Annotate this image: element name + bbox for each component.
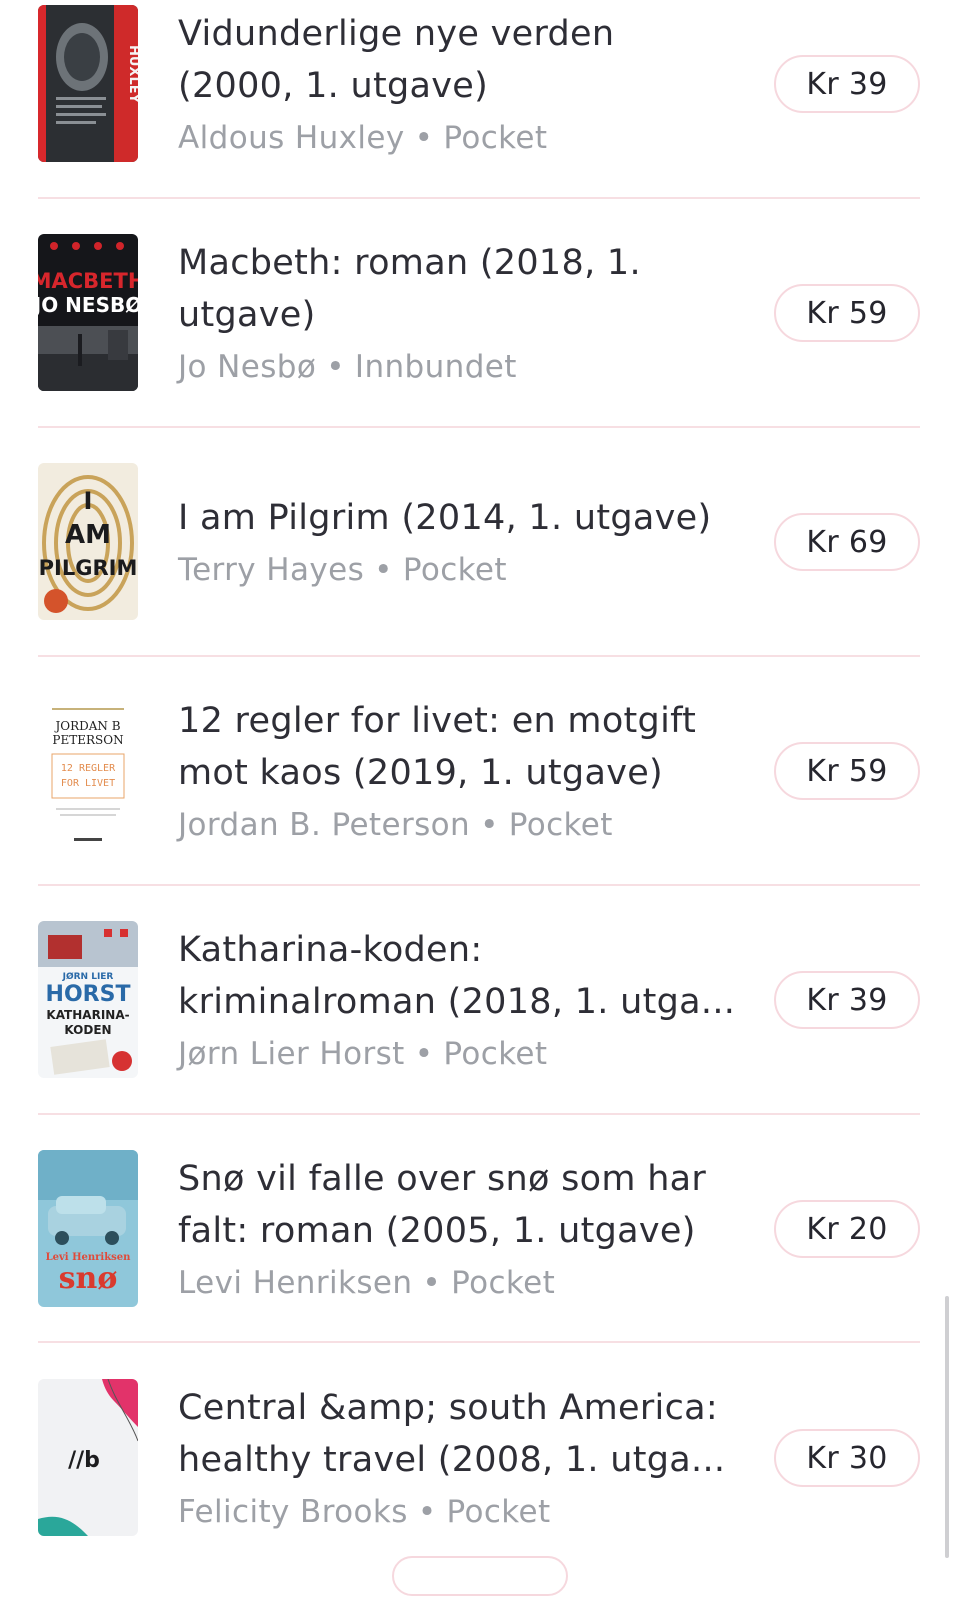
book-cover-image: Levi Henriksen snø [38,1150,138,1307]
list-item[interactable]: I AM PILGRIM I am Pilgrim (2014, 1. utga… [38,458,920,687]
book-cover[interactable]: MACBETH JO NESBØ [38,234,138,391]
cover-text: PETERSON [52,733,123,747]
book-format: Pocket [443,120,548,156]
book-title[interactable]: Katharina-koden: kriminalroman (2018, 1.… [178,924,738,1028]
list-item[interactable]: MACBETH JO NESBØ Macbeth: roman (2018, 1… [38,229,920,458]
book-cover[interactable]: I AM PILGRIM [38,463,138,620]
meta-separator: • [414,1036,434,1072]
cover-text: JORDAN B [53,719,120,733]
book-cover[interactable]: HUXLEY [38,5,138,162]
book-author: Jordan B. Peterson [178,807,471,843]
cover-text: I [84,487,93,515]
book-format: Pocket [451,1265,556,1301]
book-format: Pocket [446,1494,551,1530]
book-meta: Levi Henriksen • Pocket [178,1261,738,1305]
cover-text: KATHARINA- [46,1008,129,1022]
book-author: Terry Hayes [178,552,365,588]
book-format: Pocket [402,552,507,588]
cover-text: snø [59,1261,118,1296]
price-button[interactable]: Kr 30 [774,1429,920,1487]
book-author: Felicity Brooks [178,1494,408,1530]
book-meta: Jørn Lier Horst • Pocket [178,1032,738,1076]
book-author: Levi Henriksen [178,1265,413,1301]
logo-text: //b [68,1448,100,1473]
book-title[interactable]: Central &amp; south America: healthy tra… [178,1382,738,1486]
book-meta: Terry Hayes • Pocket [178,548,738,592]
meta-separator: • [414,120,434,156]
book-format: Pocket [508,807,613,843]
book-cover-image: MACBETH JO NESBØ [38,234,138,391]
cover-text: KODEN [64,1023,111,1037]
meta-separator: • [374,552,393,588]
book-author: Jørn Lier Horst [178,1036,405,1072]
meta-separator: • [480,807,499,843]
book-meta: Jo Nesbø • Innbundet [178,345,738,389]
list-item[interactable]: JORDAN B PETERSON 12 REGLER FOR LIVET 12… [38,687,920,916]
book-cover-image: //b [38,1379,138,1536]
price-button[interactable]: Kr 20 [774,1200,920,1258]
meta-separator: • [422,1265,442,1301]
book-title[interactable]: 12 regler for livet: en motgift mot kaos… [178,695,738,799]
book-cover-image: HUXLEY [38,5,138,162]
book-format: Innbundet [354,349,517,385]
cover-text: AM [65,520,111,550]
book-cover[interactable]: Levi Henriksen snø [38,1150,138,1307]
cover-text: PILGRIM [39,556,138,580]
book-cover-image: I AM PILGRIM [38,463,138,620]
list-item[interactable]: Levi Henriksen snø Snø vil falle over sn… [38,1145,920,1374]
meta-separator: • [417,1494,437,1530]
book-meta: Jordan B. Peterson • Pocket [178,803,738,847]
book-meta: Felicity Brooks • Pocket [178,1490,738,1534]
price-button[interactable]: Kr 39 [774,55,920,113]
scrollbar[interactable] [945,1296,949,1558]
cover-text: JO NESBØ [38,293,138,317]
book-title[interactable]: I am Pilgrim (2014, 1. utgave) [178,492,738,544]
row-divider [38,426,920,428]
cover-text: MACBETH [38,269,138,293]
cover-text: HUXLEY [126,45,138,104]
book-cover[interactable]: //b [38,1379,138,1536]
row-divider [38,1341,920,1343]
list-item[interactable]: JØRN LIER HORST KATHARINA- KODEN Kathari… [38,916,920,1145]
book-title[interactable]: Vidunderlige nye verden (2000, 1. utgave… [178,8,738,112]
book-format: Pocket [443,1036,548,1072]
list-item[interactable]: HUXLEY Vidunderlige nye verden (2000, 1.… [38,0,920,229]
book-cover-image: JORDAN B PETERSON 12 REGLER FOR LIVET [38,692,138,849]
book-title[interactable]: Macbeth: roman (2018, 1. utgave) [178,237,738,341]
book-author: Aldous Huxley [178,120,405,156]
cover-text: 12 REGLER [61,763,116,774]
book-cover-image: JØRN LIER HORST KATHARINA- KODEN [38,921,138,1078]
price-button[interactable]: Kr 59 [774,742,920,800]
cover-text: HORST [46,982,131,1007]
price-button[interactable]: Kr 59 [774,284,920,342]
book-meta: Aldous Huxley • Pocket [178,116,738,160]
row-divider [38,655,920,657]
book-cover[interactable]: JORDAN B PETERSON 12 REGLER FOR LIVET [38,692,138,849]
book-author: Jo Nesbø [178,349,317,385]
price-button[interactable]: Kr 69 [774,513,920,571]
load-more-button[interactable] [392,1556,568,1596]
cover-text: JØRN LIER [62,971,114,982]
meta-separator: • [326,349,345,385]
book-cover[interactable]: JØRN LIER HORST KATHARINA- KODEN [38,921,138,1078]
price-button[interactable]: Kr 39 [774,971,920,1029]
row-divider [38,1113,920,1115]
book-title[interactable]: Snø vil falle over snø som har falt: rom… [178,1153,738,1257]
row-divider [38,884,920,886]
cover-text: FOR LIVET [61,778,115,789]
row-divider [38,197,920,199]
